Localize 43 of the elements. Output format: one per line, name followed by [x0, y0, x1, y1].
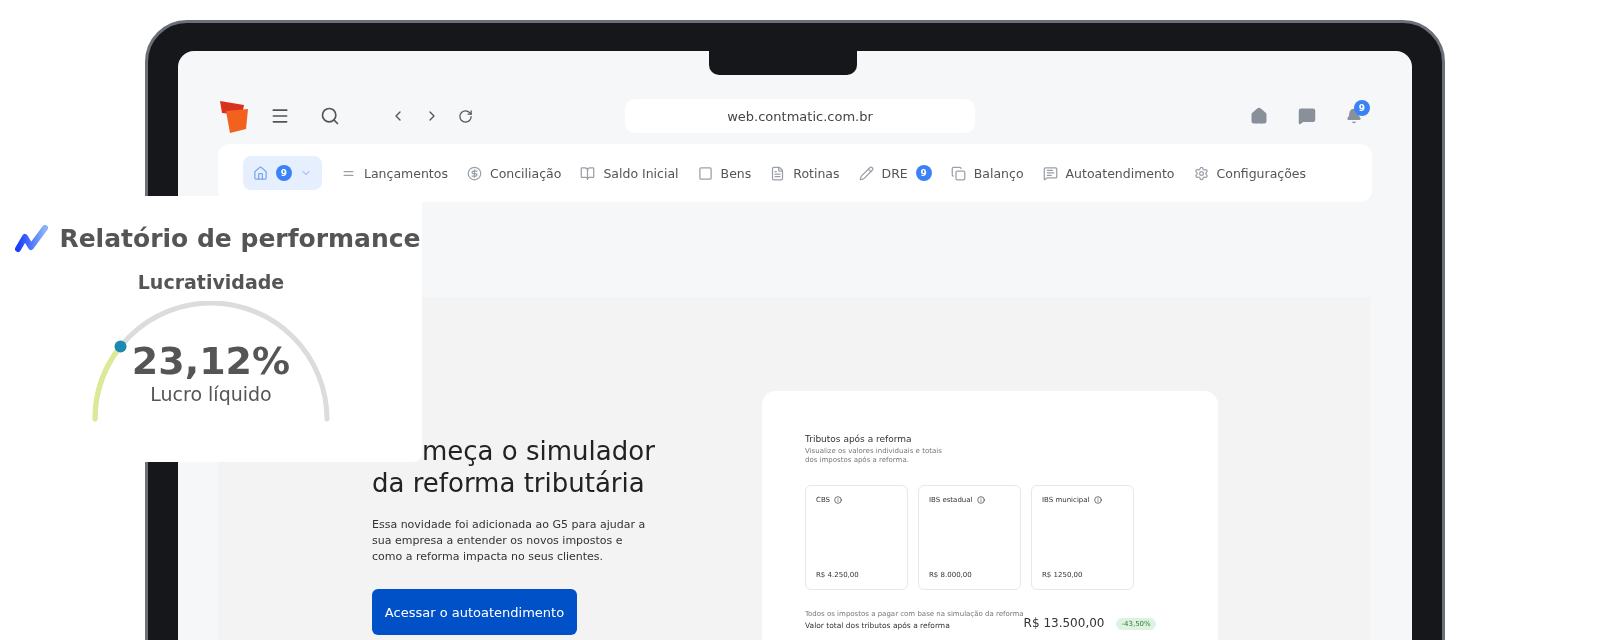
nav-tab[interactable]: Autoatendimento: [1042, 156, 1175, 190]
document-icon: [770, 165, 786, 181]
preview-title: Tributos após a reforma: [805, 434, 913, 444]
menu-icon[interactable]: [270, 106, 290, 126]
message-icon[interactable]: [1298, 107, 1316, 125]
nav-tab[interactable]: Lançamentos: [341, 156, 448, 190]
square-icon: [697, 165, 713, 181]
gear-icon: [1193, 165, 1209, 181]
nav-tab[interactable]: Bens: [697, 156, 752, 190]
dollar-icon: [466, 165, 482, 181]
nav-tab[interactable]: DRE 9: [858, 156, 932, 190]
report-title: Relatório de performance: [59, 224, 421, 253]
home-icon[interactable]: [1250, 107, 1268, 125]
search-icon[interactable]: [320, 106, 340, 126]
self-service-button[interactable]: Acessar o autoatendimento: [372, 589, 577, 635]
book-icon: [580, 165, 596, 181]
info-icon: [976, 496, 985, 504]
nav-tab[interactable]: Rotinas: [770, 156, 840, 190]
chart-logo-icon: [15, 224, 50, 253]
info-icon: [834, 496, 842, 504]
count-badge: 9: [915, 165, 932, 181]
address-field[interactable]: web.contmatic.com.br: [625, 99, 975, 133]
gauge-value: 23,12%: [131, 339, 291, 383]
hero-heading: da reforma tributária: [372, 467, 646, 499]
total-value: R$ 13.500,00: [1023, 616, 1105, 630]
count-badge: 9: [276, 165, 292, 181]
hero-description: Essa novidade foi adicionada ao G5 para ajudar a sua empresa a entender os novos impostos e como a reforma impacta no seus clientes.: [372, 517, 647, 565]
metric-title: Lucratividade: [137, 271, 285, 293]
copy-icon: [950, 165, 966, 181]
hero-heading: meça o simulador: [421, 435, 656, 467]
nav-tab[interactable]: Configurações: [1193, 156, 1307, 190]
reload-icon[interactable]: [458, 108, 473, 124]
nav-tab[interactable]: Conciliação: [466, 156, 562, 190]
pencil-icon: [858, 165, 874, 181]
nav-tab[interactable]: 9: [243, 156, 322, 190]
info-icon: [1093, 496, 1102, 504]
chat-icon: [1042, 165, 1058, 181]
logo-icon: [218, 99, 250, 133]
gauge-caption: Lucro líquido: [150, 383, 272, 405]
notification-badge: 9: [1354, 100, 1370, 116]
nav-tab[interactable]: Balanço: [950, 156, 1024, 190]
home-icon: [253, 165, 268, 181]
nav-tab[interactable]: Saldo Inicial: [580, 156, 679, 190]
